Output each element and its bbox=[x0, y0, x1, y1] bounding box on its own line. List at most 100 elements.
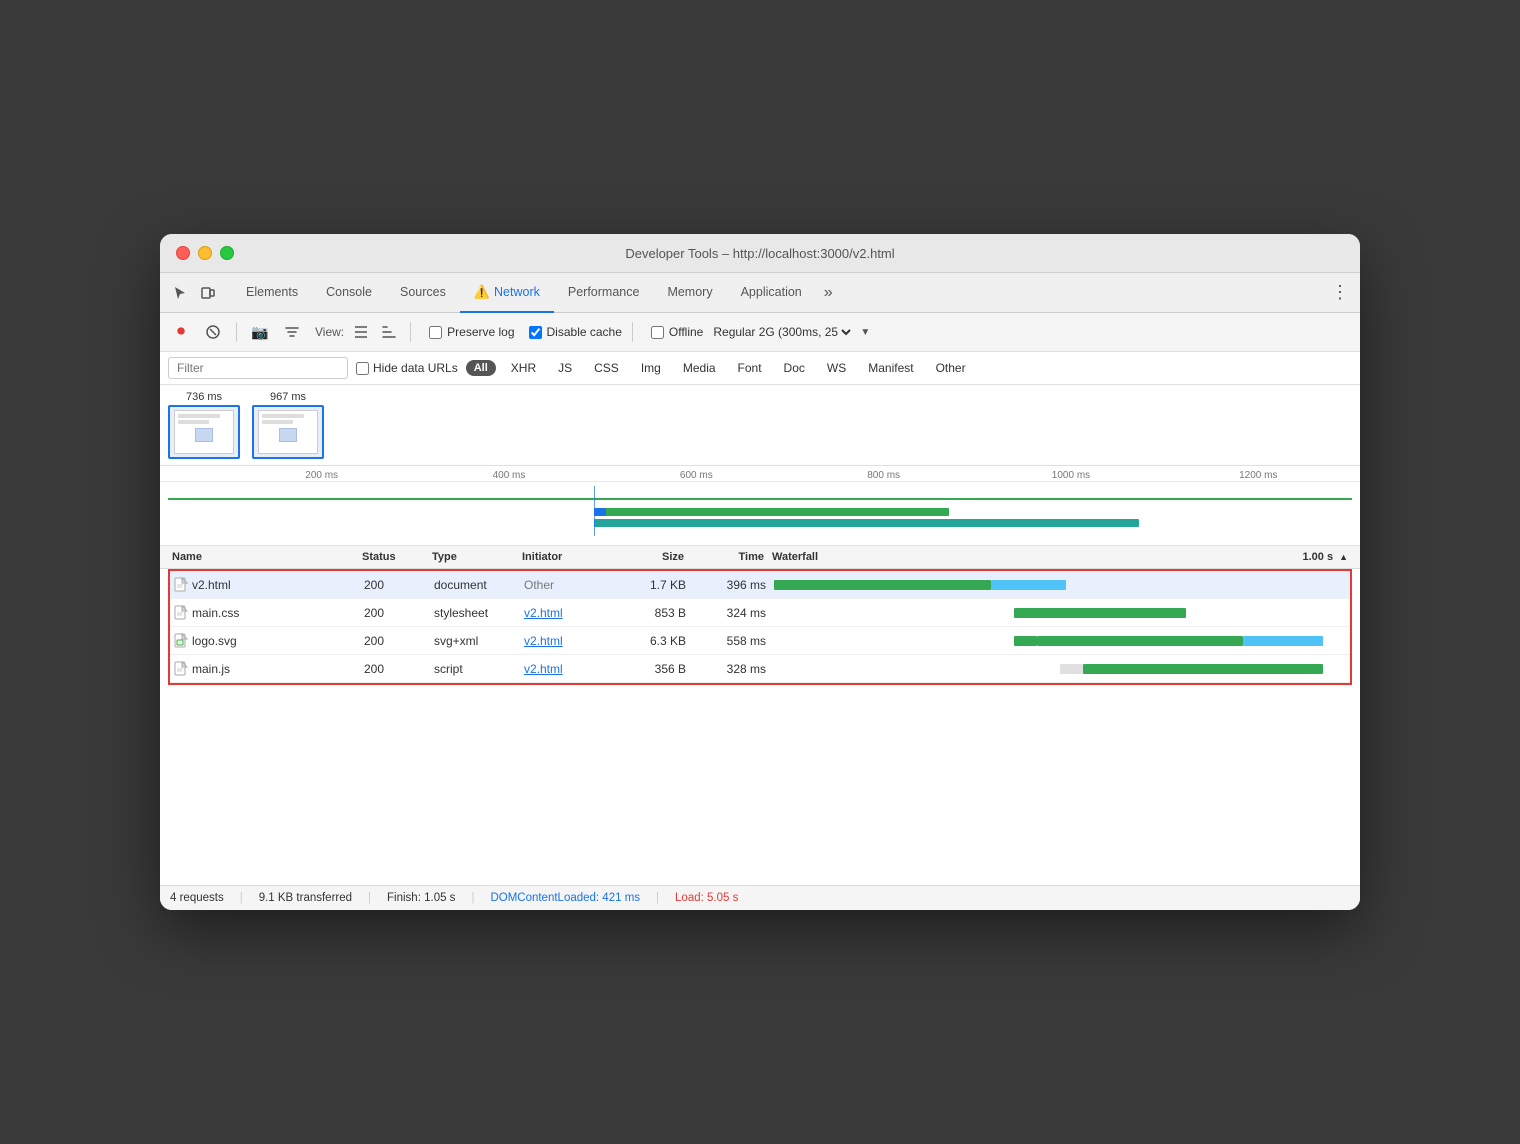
tab-application[interactable]: Application bbox=[727, 273, 816, 313]
row-status-3: 200 bbox=[364, 634, 434, 648]
minimize-button[interactable] bbox=[198, 246, 212, 260]
filter-bar: Hide data URLs All XHR JS CSS Img Media … bbox=[160, 352, 1360, 385]
sort-asc-icon: ▲ bbox=[1339, 552, 1348, 562]
row-initiator-3[interactable]: v2.html bbox=[524, 634, 614, 648]
row-filename-1: v2.html bbox=[192, 578, 231, 592]
row-initiator-4[interactable]: v2.html bbox=[524, 662, 614, 676]
table-row[interactable]: main.css 200 stylesheet v2.html 853 B 32… bbox=[170, 599, 1350, 627]
row-waterfall-2 bbox=[774, 599, 1346, 626]
screenshot-thumb-2[interactable] bbox=[252, 405, 324, 459]
tabs-bar: Elements Console Sources ⚠️ Network Perf… bbox=[160, 273, 1360, 313]
filter-xhr-button[interactable]: XHR bbox=[504, 359, 543, 377]
preserve-log-label[interactable]: Preserve log bbox=[429, 325, 514, 339]
list-view-button[interactable] bbox=[350, 321, 372, 343]
row-initiator-2[interactable]: v2.html bbox=[524, 606, 614, 620]
ruler-800: 800 ms bbox=[790, 470, 977, 481]
header-status[interactable]: Status bbox=[358, 546, 428, 568]
filter-manifest-button[interactable]: Manifest bbox=[861, 359, 920, 377]
separator-3 bbox=[632, 322, 633, 342]
tab-memory[interactable]: Memory bbox=[653, 273, 726, 313]
table-row[interactable]: main.js 200 script v2.html 356 B 328 ms bbox=[170, 655, 1350, 683]
more-tabs-button[interactable]: » bbox=[816, 284, 841, 302]
row-name-cell-3: logo.svg bbox=[174, 633, 364, 649]
window-title: Developer Tools – http://localhost:3000/… bbox=[625, 246, 894, 261]
filter-font-button[interactable]: Font bbox=[731, 359, 769, 377]
timeline-bar-cursor bbox=[594, 508, 606, 516]
throttle-arrow-icon: ▼ bbox=[860, 327, 870, 338]
tab-console[interactable]: Console bbox=[312, 273, 386, 313]
ruler-0 bbox=[168, 470, 228, 481]
screenshot-thumb-1[interactable] bbox=[168, 405, 240, 459]
filter-css-button[interactable]: CSS bbox=[587, 359, 626, 377]
row-size-3: 6.3 KB bbox=[614, 634, 694, 648]
tab-network[interactable]: ⚠️ Network bbox=[460, 273, 554, 313]
filter-img-button[interactable]: Img bbox=[634, 359, 668, 377]
header-initiator[interactable]: Initiator bbox=[518, 546, 608, 568]
filter-js-button[interactable]: JS bbox=[551, 359, 579, 377]
status-transferred: 9.1 KB transferred bbox=[259, 892, 352, 904]
table-row[interactable]: v2.html 200 document Other 1.7 KB 396 ms bbox=[170, 571, 1350, 599]
close-button[interactable] bbox=[176, 246, 190, 260]
cursor-icon[interactable] bbox=[168, 281, 192, 305]
device-toggle-icon[interactable] bbox=[196, 281, 220, 305]
filter-media-button[interactable]: Media bbox=[676, 359, 723, 377]
filter-input[interactable] bbox=[168, 357, 348, 379]
row-name-cell-1: v2.html bbox=[174, 577, 364, 593]
table-row[interactable]: logo.svg 200 svg+xml v2.html 6.3 KB 558 … bbox=[170, 627, 1350, 655]
devtools-window: Developer Tools – http://localhost:3000/… bbox=[160, 234, 1360, 910]
screenshot-item-1[interactable]: 736 ms bbox=[168, 391, 240, 459]
row-filename-4: main.js bbox=[192, 662, 230, 676]
row-name-cell-2: main.css bbox=[174, 605, 364, 621]
disable-cache-label[interactable]: Disable cache bbox=[529, 325, 622, 339]
record-button[interactable]: ⏺ bbox=[168, 319, 194, 345]
camera-button[interactable]: 📷 bbox=[247, 319, 273, 345]
offline-checkbox[interactable] bbox=[651, 326, 664, 339]
filter-ws-button[interactable]: WS bbox=[820, 359, 853, 377]
timeline-area[interactable]: 200 ms 400 ms 600 ms 800 ms 1000 ms 1200… bbox=[160, 466, 1360, 546]
tab-performance[interactable]: Performance bbox=[554, 273, 654, 313]
header-time[interactable]: Time bbox=[688, 546, 768, 568]
status-finish: Finish: 1.05 s bbox=[387, 892, 455, 904]
header-name[interactable]: Name bbox=[168, 546, 358, 568]
status-load: Load: 5.05 s bbox=[675, 892, 738, 904]
row-size-1: 1.7 KB bbox=[614, 578, 694, 592]
throttle-select[interactable]: Regular 2G (300ms, 25 bbox=[709, 324, 854, 340]
header-waterfall[interactable]: Waterfall 1.00 s ▲ bbox=[768, 546, 1352, 568]
row-filename-3: logo.svg bbox=[192, 634, 237, 648]
row-size-2: 853 B bbox=[614, 606, 694, 620]
file-icon-js bbox=[174, 661, 188, 677]
hide-data-urls-label[interactable]: Hide data URLs bbox=[356, 361, 458, 375]
status-dom: DOMContentLoaded: 421 ms bbox=[490, 892, 640, 904]
tab-icon-group bbox=[168, 281, 220, 305]
tab-elements[interactable]: Elements bbox=[232, 273, 312, 313]
separator-2 bbox=[410, 322, 411, 342]
devtools-menu-button[interactable]: ⋮ bbox=[1328, 281, 1352, 305]
fullscreen-button[interactable] bbox=[220, 246, 234, 260]
file-icon-svg bbox=[174, 633, 188, 649]
titlebar: Developer Tools – http://localhost:3000/… bbox=[160, 234, 1360, 273]
tab-sources[interactable]: Sources bbox=[386, 273, 460, 313]
row-time-1: 396 ms bbox=[694, 578, 774, 592]
tree-view-button[interactable] bbox=[378, 321, 400, 343]
view-label: View: bbox=[315, 325, 344, 339]
header-size[interactable]: Size bbox=[608, 546, 688, 568]
filter-other-button[interactable]: Other bbox=[929, 359, 973, 377]
preserve-log-checkbox[interactable] bbox=[429, 326, 442, 339]
offline-label[interactable]: Offline bbox=[651, 325, 703, 339]
row-type-4: script bbox=[434, 662, 524, 676]
header-type[interactable]: Type bbox=[428, 546, 518, 568]
timeline-cursor bbox=[594, 486, 595, 536]
filter-all-button[interactable]: All bbox=[466, 360, 496, 376]
row-type-3: svg+xml bbox=[434, 634, 524, 648]
network-rows-container: v2.html 200 document Other 1.7 KB 396 ms bbox=[168, 569, 1352, 685]
timeline-green-line bbox=[168, 498, 1352, 500]
screenshot-item-2[interactable]: 967 ms bbox=[252, 391, 324, 459]
disable-cache-checkbox[interactable] bbox=[529, 326, 542, 339]
row-initiator-1: Other bbox=[524, 578, 614, 592]
screenshots-row: 736 ms 967 ms bbox=[160, 385, 1360, 466]
ruler-400: 400 ms bbox=[415, 470, 602, 481]
hide-data-urls-checkbox[interactable] bbox=[356, 362, 369, 375]
filter-button[interactable] bbox=[279, 319, 305, 345]
filter-doc-button[interactable]: Doc bbox=[777, 359, 812, 377]
clear-button[interactable] bbox=[200, 319, 226, 345]
